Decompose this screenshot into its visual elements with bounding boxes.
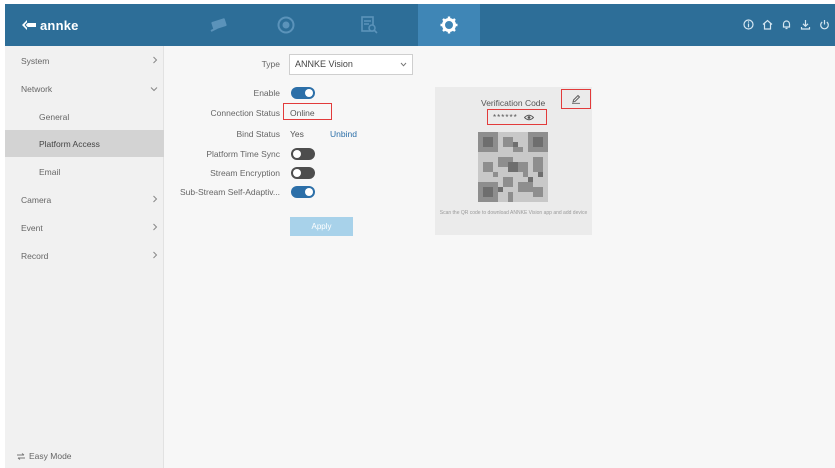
apply-button[interactable]: Apply bbox=[290, 217, 353, 236]
sidebar-item-label: Email bbox=[39, 166, 61, 177]
connection-status-value: Online bbox=[290, 108, 315, 118]
qr-code-image bbox=[478, 132, 548, 202]
chevron-right-icon bbox=[153, 251, 158, 259]
unbind-link[interactable]: Unbind bbox=[330, 129, 357, 139]
top-right-toolbar bbox=[742, 18, 831, 31]
type-select[interactable]: ANNKE Vision bbox=[289, 54, 413, 75]
enable-toggle[interactable] bbox=[291, 87, 315, 99]
tab-configuration[interactable] bbox=[418, 4, 480, 46]
tab-search[interactable] bbox=[338, 4, 400, 46]
bind-status-label: Bind Status bbox=[236, 129, 280, 139]
sidebar-item-camera[interactable]: Camera bbox=[5, 186, 164, 213]
switch-mode-icon bbox=[17, 452, 25, 460]
verification-code-field: ****** bbox=[493, 113, 534, 122]
info-icon[interactable] bbox=[742, 18, 755, 31]
platform-access-panel: Type ANNKE Vision Enable Connection Stat… bbox=[164, 46, 835, 468]
sidebar-item-event[interactable]: Event bbox=[5, 214, 164, 241]
settings-gear-icon bbox=[440, 16, 458, 34]
home-icon[interactable] bbox=[761, 18, 774, 31]
sidebar-item-label: Network bbox=[21, 83, 53, 94]
platform-time-sync-label: Platform Time Sync bbox=[206, 149, 280, 159]
chevron-right-icon bbox=[153, 223, 158, 231]
type-label: Type bbox=[261, 59, 280, 69]
bind-status-value: Yes bbox=[290, 129, 304, 139]
sidebar-item-platform-access[interactable]: Platform Access bbox=[5, 130, 164, 157]
brand-logo: annke bbox=[21, 16, 79, 34]
connection-status-label: Connection Status bbox=[210, 108, 280, 118]
sub-stream-label: Sub-Stream Self-Adaptiv... bbox=[180, 187, 280, 197]
playback-icon bbox=[277, 16, 295, 34]
sidebar-item-label: Camera bbox=[21, 194, 52, 205]
easy-mode-link[interactable]: Easy Mode bbox=[17, 451, 72, 461]
file-search-icon bbox=[361, 16, 378, 34]
chevron-right-icon bbox=[153, 56, 158, 64]
sidebar-item-label: Platform Access bbox=[39, 138, 100, 149]
download-icon[interactable] bbox=[799, 18, 812, 31]
sub-stream-toggle[interactable] bbox=[291, 186, 315, 198]
platform-time-sync-toggle[interactable] bbox=[291, 148, 315, 160]
sidebar-item-label: Event bbox=[21, 222, 43, 233]
chevron-down-icon bbox=[400, 62, 407, 67]
tab-playback[interactable] bbox=[255, 4, 317, 46]
chevron-down-icon bbox=[150, 87, 158, 92]
sidebar-item-email[interactable]: Email bbox=[5, 158, 164, 185]
verification-card: Verification Code ****** Scan the QR cod… bbox=[435, 87, 592, 235]
camera-icon bbox=[210, 18, 227, 32]
bell-icon[interactable] bbox=[780, 18, 793, 31]
sidebar-item-label: System bbox=[21, 55, 50, 66]
brand-name: annke bbox=[40, 17, 79, 33]
eye-icon[interactable] bbox=[523, 114, 534, 121]
sidebar-item-general[interactable]: General bbox=[5, 103, 164, 130]
edit-pencil-icon[interactable] bbox=[571, 94, 581, 104]
sidebar-item-label: Record bbox=[21, 250, 49, 261]
chevron-right-icon bbox=[153, 195, 158, 203]
type-select-value: ANNKE Vision bbox=[295, 59, 353, 69]
settings-sidebar: System Network General Platform Access E… bbox=[5, 46, 164, 468]
top-navigation-bar: annke bbox=[5, 4, 835, 46]
annke-logo-icon bbox=[22, 20, 36, 30]
easy-mode-label: Easy Mode bbox=[29, 451, 72, 461]
tab-live-view[interactable] bbox=[189, 4, 251, 46]
sidebar-item-label: General bbox=[39, 111, 70, 122]
stream-encryption-label: Stream Encryption bbox=[210, 168, 280, 178]
qr-code-caption: Scan the QR code to download ANNKE Visio… bbox=[439, 210, 588, 216]
sidebar-item-system[interactable]: System bbox=[5, 47, 164, 74]
enable-label: Enable bbox=[253, 88, 280, 98]
verification-code-masked: ****** bbox=[493, 113, 518, 122]
verification-code-title: Verification Code bbox=[481, 98, 546, 108]
stream-encryption-toggle[interactable] bbox=[291, 167, 315, 179]
sidebar-item-network[interactable]: Network bbox=[5, 75, 164, 102]
sidebar-item-record[interactable]: Record bbox=[5, 242, 164, 269]
power-icon[interactable] bbox=[818, 18, 831, 31]
